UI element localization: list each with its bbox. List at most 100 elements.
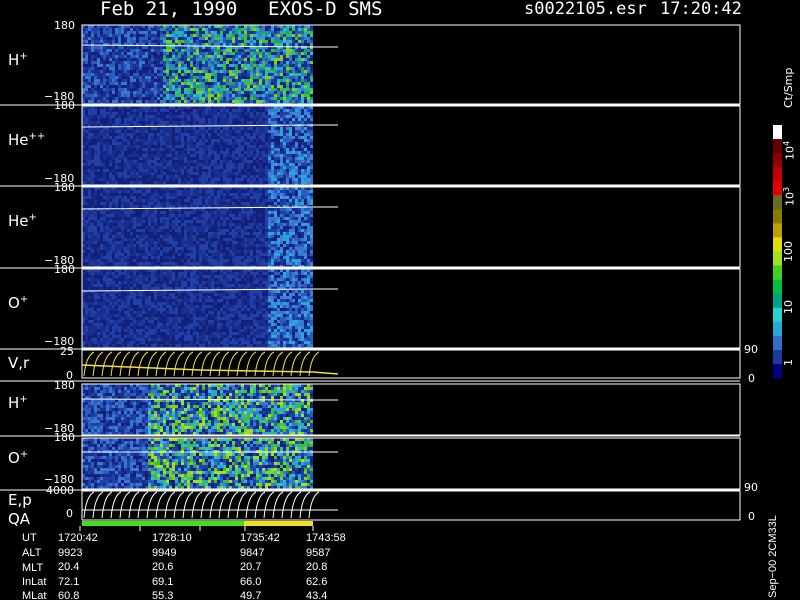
right-tick-top: 90 (744, 481, 758, 494)
footer-value: 49.7 (240, 590, 262, 600)
energy-sweep (281, 491, 293, 519)
footer-value: 1743:58 (306, 532, 346, 544)
velocity-sweep (182, 351, 194, 377)
colorbar-swatch (773, 321, 782, 337)
tick-top: 180 (54, 99, 75, 112)
velocity-sweep (272, 351, 284, 377)
panel-label-he-plusplus: He++ (8, 131, 46, 149)
energy-sweep (299, 491, 311, 519)
colorbar-label-1: 1 (782, 359, 795, 366)
colorbar-swatch (773, 153, 782, 168)
right-tick-top: 90 (744, 343, 758, 356)
colorbar-swatch (773, 195, 782, 210)
footer-value: 1735:42 (240, 532, 280, 544)
colorbar-swatch (773, 349, 782, 365)
footer-value: 1728:10 (152, 532, 192, 544)
footer-value: 9587 (306, 546, 331, 559)
velocity-sweep (209, 351, 221, 377)
energy-sweep (155, 491, 167, 519)
colorbar-swatch (773, 139, 782, 154)
velocity-sweep (263, 351, 275, 377)
colorbar-swatch (773, 265, 782, 281)
velocity-sweep (92, 351, 104, 377)
colorbar-swatch (773, 335, 782, 351)
velocity-sweep (137, 351, 149, 377)
colorbar-label-10: 10 (782, 300, 795, 314)
colorbar-label-1e3: 103 (782, 186, 797, 206)
footer-value: 20.8 (306, 561, 328, 573)
colorbar-swatch (773, 125, 782, 140)
energy-sweep (146, 491, 158, 519)
energy-sweep (308, 491, 320, 519)
energy-sweep (92, 491, 104, 519)
footer-label-mlt: MLT (22, 562, 44, 574)
velocity-sweep (101, 351, 113, 377)
energy-sweep (272, 491, 284, 519)
energy-sweep (128, 491, 140, 519)
energy-sweep (263, 491, 275, 519)
right-tick-bottom: 0 (748, 510, 755, 523)
tick-top: 180 (54, 181, 75, 194)
footer-value: 66.0 (240, 575, 262, 588)
footer-value: 20.7 (240, 561, 262, 573)
colorbar-swatch (773, 279, 782, 295)
footer-value: 55.3 (152, 590, 174, 600)
tick-bottom: 0 (66, 507, 73, 520)
footer-value: 60.8 (58, 590, 80, 600)
footer-value: 72.1 (58, 575, 80, 588)
colorbar-swatch (773, 237, 782, 252)
panel-label-e-p: E,p (8, 491, 32, 509)
colorbar-swatch (773, 223, 782, 238)
footer-value: 62.6 (306, 575, 328, 588)
energy-sweep (83, 491, 95, 519)
colorbar-swatch (773, 307, 782, 323)
tick-top: 180 (54, 263, 75, 276)
tick-top: 180 (54, 431, 75, 444)
velocity-sweep (146, 351, 158, 377)
panel-label-o-plus-2: O+ (8, 449, 29, 467)
footer-value: 9949 (152, 546, 177, 559)
velocity-sweep (110, 351, 122, 377)
qa-segment (82, 521, 244, 526)
right-tick-bottom: 0 (748, 372, 755, 385)
footer-side-note: Sep−00 2CM33L (767, 515, 779, 598)
footer-value: 1720:42 (58, 532, 98, 544)
panel-label-h-plus-2: H+ (8, 394, 28, 412)
energy-sweep (200, 491, 212, 519)
energy-sweep (101, 491, 113, 519)
footer-value: 20.6 (152, 561, 174, 573)
velocity-sweep (119, 351, 131, 377)
qa-segment (243, 521, 313, 526)
footer-value: 69.1 (152, 575, 174, 588)
energy-sweep (209, 491, 221, 519)
velocity-sweep (164, 351, 176, 377)
footer-value: 43.4 (306, 590, 328, 600)
energy-sweep (290, 491, 302, 519)
colorbar-swatch (773, 293, 782, 309)
energy-sweep (182, 491, 194, 519)
colorbar-unit: Ct/Smp (782, 67, 795, 108)
panel-label-qa: QA (8, 510, 31, 528)
energy-sweep (191, 491, 203, 519)
colorbar-swatch (773, 167, 782, 182)
velocity-sweep (155, 351, 167, 377)
velocity-sweep (200, 351, 212, 377)
colorbar-swatch (773, 181, 782, 196)
panel-label-v-r: V,r (8, 354, 30, 372)
velocity-sweep (218, 351, 230, 377)
velocity-sweep (173, 351, 185, 377)
energy-sweep (137, 491, 149, 519)
spectrogram-figure: Feb 21, 1990 EXOS-D SMS s0022105.esr 17:… (0, 0, 800, 600)
velocity-sweep (191, 351, 203, 377)
velocity-sweep (227, 351, 239, 377)
energy-sweep (110, 491, 122, 519)
footer-value: 9923 (58, 546, 83, 559)
footer-label-ut: UT (22, 532, 37, 544)
colorbar-label-100: 100 (782, 241, 795, 262)
energy-sweep (173, 491, 185, 519)
tick-top: 4000 (46, 484, 74, 497)
energy-sweep (119, 491, 131, 519)
energy-sweep (245, 491, 257, 519)
tick-top: 25 (60, 345, 74, 358)
panel-label-o-plus: O+ (8, 294, 29, 312)
